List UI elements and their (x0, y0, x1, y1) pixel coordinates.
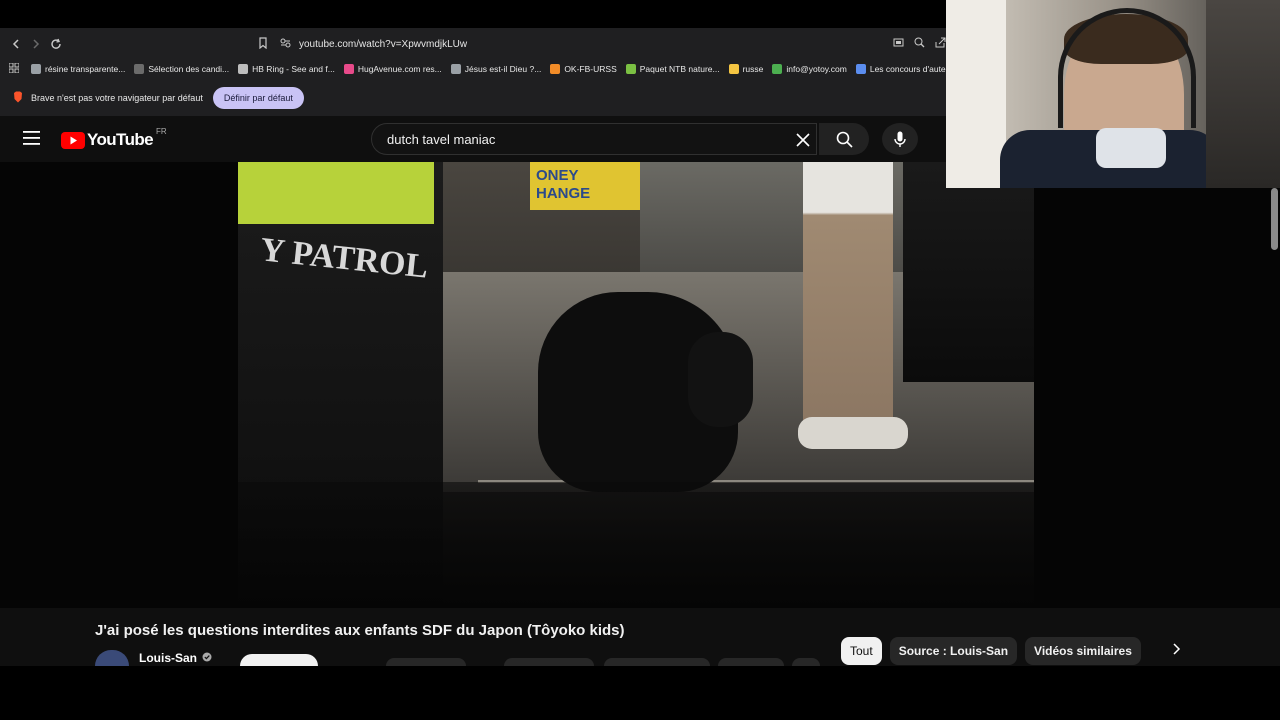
webcam-overlay (946, 0, 1280, 188)
share-icon[interactable] (935, 37, 946, 51)
bookmark-favicon-icon (238, 64, 249, 74)
bookmark-item[interactable]: Paquet NTB nature... (625, 64, 720, 74)
webcam-background-shelf (1206, 0, 1280, 188)
url-text[interactable]: youtube.com/watch?v=XpwvmdjkLUw (299, 39, 467, 50)
chip-source[interactable]: Source : Louis-San (889, 637, 1018, 665)
video-player[interactable]: ONEY HANGE Y PATROL (0, 162, 1280, 608)
clear-search-icon[interactable] (795, 132, 811, 153)
chip-similar[interactable]: Vidéos similaires (1025, 637, 1141, 665)
video-frame[interactable]: ONEY HANGE Y PATROL (238, 162, 1034, 608)
bookmark-label: Les concours d'aute... (869, 64, 953, 74)
youtube-play-icon (61, 131, 85, 149)
download-button[interactable] (604, 658, 710, 666)
like-button[interactable] (386, 658, 466, 666)
url-bar[interactable]: youtube.com/watch?v=XpwvmdjkLUw (258, 33, 946, 55)
scene-safety-vest (238, 162, 434, 224)
bookmark-item[interactable]: info@yotoy.com (772, 64, 847, 74)
bookmark-label: Jésus est-il Dieu ?... (464, 64, 542, 74)
back-icon[interactable] (6, 34, 26, 54)
bookmark-item[interactable]: résine transparente... (31, 64, 125, 74)
bookmark-label: OK-FB-URSS (564, 64, 617, 74)
channel-avatar[interactable] (95, 650, 129, 666)
youtube-header: YouTube FR (0, 116, 946, 162)
scene-right-crowd (903, 162, 1034, 382)
site-settings-icon[interactable] (280, 38, 291, 51)
bookmark-label: Paquet NTB nature... (639, 64, 720, 74)
bookmark-favicon-icon (31, 64, 41, 74)
cast-icon[interactable] (893, 38, 904, 51)
bookmark-list: résine transparente... Sélection des cand… (31, 64, 962, 74)
bookmark-favicon-icon (343, 64, 354, 74)
channel-row: Louis-San (95, 650, 212, 666)
set-default-button[interactable]: Définir par défaut (212, 86, 304, 109)
bookmarks-bar: résine transparente... Sélection des cand… (0, 59, 953, 79)
default-browser-notice: Brave n'est pas votre navigateur par déf… (0, 79, 946, 116)
webcam-collar (1096, 128, 1166, 168)
voice-search-button[interactable] (882, 123, 918, 155)
search-icon (836, 131, 853, 148)
bookmark-favicon-icon (625, 64, 636, 74)
bookmark-favicon-icon (550, 64, 561, 74)
browser-chrome: youtube.com/watch?v=XpwvmdjkLUw résine t… (0, 28, 953, 116)
bookmark-label: HB Ring - See and f... (252, 64, 335, 74)
address-row: youtube.com/watch?v=XpwvmdjkLUw (0, 28, 946, 59)
bookmark-item[interactable]: russe (728, 64, 764, 74)
scene-sign-text: ONEY HANGE (536, 167, 591, 202)
reload-icon[interactable] (46, 34, 66, 54)
youtube-logo[interactable]: YouTube FR (61, 126, 167, 150)
channel-name[interactable]: Louis-San (139, 651, 197, 665)
page-scrollbar[interactable] (1271, 188, 1278, 250)
related-chips: Tout Source : Louis-San Vidéos similaire… (841, 637, 1181, 665)
forward-icon[interactable] (26, 34, 46, 54)
scene-shop-sign: ONEY HANGE (530, 162, 640, 210)
bookmark-item[interactable]: OK-FB-URSS (550, 64, 617, 74)
bookmark-item[interactable]: Sélection des candi... (134, 64, 229, 74)
search-box[interactable] (371, 123, 817, 155)
clip-button[interactable] (718, 658, 784, 666)
share-button[interactable] (504, 658, 594, 666)
subscribe-button[interactable] (240, 654, 318, 666)
bookmark-favicon-icon (728, 64, 739, 74)
bookmark-label: Sélection des candi... (148, 64, 230, 74)
bookmark-favicon-icon (134, 64, 145, 74)
bookmark-item[interactable]: Les concours d'aute... (855, 64, 953, 74)
scene-sneakers (798, 417, 908, 449)
bookmark-label: résine transparente... (45, 64, 126, 74)
chip-all[interactable]: Tout (841, 637, 882, 665)
bookmark-item[interactable]: HugAvenue.com res... (343, 64, 442, 74)
bookmark-item[interactable]: Jésus est-il Dieu ?... (450, 64, 542, 74)
scene-standing-person (803, 162, 893, 442)
video-title: J'ai posé les questions interdites aux e… (95, 622, 625, 639)
bookmark-label: info@yotoy.com (786, 64, 847, 74)
video-info: J'ai posé les questions interdites aux e… (0, 608, 1280, 666)
bookmark-icon[interactable] (258, 36, 268, 52)
bookmark-favicon-icon (772, 64, 783, 74)
menu-icon[interactable] (23, 131, 40, 150)
bookmark-favicon-icon (450, 64, 461, 74)
brave-lion-icon (13, 91, 23, 105)
bookmark-label: HugAvenue.com res... (357, 64, 442, 74)
notice-text: Brave n'est pas votre navigateur par déf… (31, 92, 203, 103)
scene-foreground-shadow (238, 482, 1034, 608)
scene-backpack (688, 332, 753, 427)
bookmark-item[interactable]: HB Ring - See and f... (238, 64, 335, 74)
apps-grid-icon[interactable] (8, 62, 20, 75)
verified-icon (202, 651, 212, 665)
bookmark-label: russe (742, 64, 764, 74)
more-actions-button[interactable] (792, 658, 820, 666)
webcam-window-light (946, 0, 1006, 188)
youtube-logo-text: YouTube (87, 130, 154, 149)
bookmark-favicon-icon (855, 64, 866, 74)
microphone-icon (894, 131, 906, 147)
search-input[interactable] (385, 130, 769, 148)
search-button[interactable] (819, 123, 869, 155)
chips-next-icon[interactable] (1171, 642, 1181, 660)
zoom-icon[interactable] (914, 37, 925, 51)
region-code: FR (156, 126, 167, 136)
